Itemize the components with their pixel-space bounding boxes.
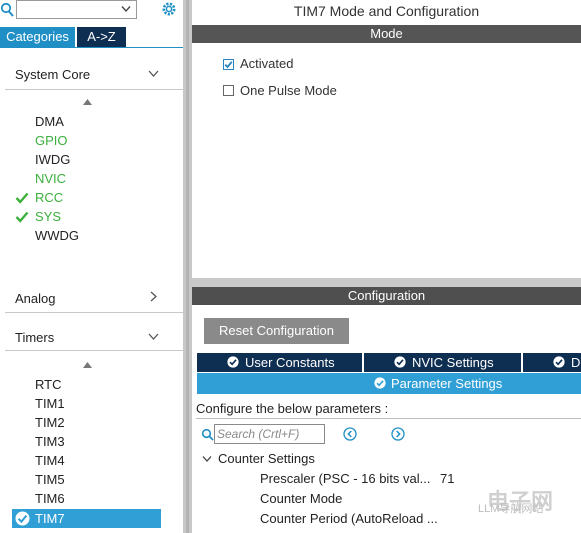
parameter-search-input[interactable]: Search (Crtl+F): [214, 424, 325, 444]
check-icon: [15, 211, 29, 223]
tree-item-tim3[interactable]: TIM3: [35, 432, 65, 451]
param-counter-mode-name: Counter Mode: [260, 491, 343, 506]
tab-user-constants[interactable]: User Constants: [197, 353, 362, 372]
tab-a-to-z[interactable]: A->Z: [77, 27, 126, 47]
component-search-input[interactable]: [16, 0, 137, 19]
mode-configuration-panel: TIM7 Mode and Configuration Mode Activat…: [192, 0, 581, 533]
reset-configuration-button[interactable]: Reset Configuration: [204, 318, 349, 344]
tab-categories[interactable]: Categories: [0, 27, 75, 47]
tree-item-tim1[interactable]: TIM1: [35, 394, 65, 413]
tree-item-label: TIM7: [35, 511, 65, 526]
configure-hint: Configure the below parameters :: [196, 401, 389, 416]
panel-splitter[interactable]: [192, 278, 581, 287]
pane-splitter-grip[interactable]: [186, 0, 189, 533]
check-circle-icon: [227, 356, 239, 368]
tree-item-wwdg[interactable]: WWDG: [35, 226, 79, 245]
hint-divider: [196, 418, 581, 419]
tree-item-tim5[interactable]: TIM5: [35, 470, 65, 489]
section-label: Timers: [15, 330, 55, 345]
chevron-down-icon[interactable]: [121, 5, 131, 13]
section-timers[interactable]: Timers: [15, 330, 165, 348]
tree-item-rcc[interactable]: RCC: [35, 188, 63, 207]
section-label: Analog: [15, 291, 56, 306]
check-icon: [224, 61, 233, 69]
tree-item-nvic[interactable]: NVIC: [35, 169, 66, 188]
tree-item-iwdg[interactable]: IWDG: [35, 150, 70, 169]
scroll-up-arrow-icon[interactable]: [83, 99, 92, 105]
scroll-up-arrow-icon[interactable]: [83, 362, 92, 368]
chevron-right-icon[interactable]: [148, 291, 159, 302]
section-analog[interactable]: Analog: [15, 291, 165, 309]
check-circle-icon: [394, 356, 406, 368]
tab-label: Parameter Settings: [391, 376, 503, 391]
tab-label: User Constants: [245, 355, 335, 370]
tree-item-gpio[interactable]: GPIO: [35, 131, 68, 150]
check-circle-icon: [15, 511, 30, 526]
one-pulse-mode-checkbox[interactable]: [223, 85, 234, 96]
mode-header: Mode: [192, 25, 581, 43]
check-icon: [15, 192, 29, 204]
check-circle-icon: [374, 377, 386, 389]
tab-label: D: [571, 355, 581, 370]
counter-settings-group[interactable]: Counter Settings: [218, 451, 315, 466]
previous-match-icon[interactable]: [343, 427, 357, 441]
watermark-caption: LLM导航网站: [478, 503, 544, 515]
section-divider: [5, 350, 183, 351]
tab-parameter-settings[interactable]: Parameter Settings: [197, 373, 581, 394]
tree-item-sys[interactable]: SYS: [35, 207, 61, 226]
activated-label: Activated: [240, 56, 294, 71]
section-label: System Core: [15, 67, 91, 82]
activated-checkbox[interactable]: [223, 59, 234, 70]
param-prescaler-value[interactable]: 71: [440, 471, 454, 486]
search-icon: [201, 428, 214, 441]
tree-item-dma[interactable]: DMA: [35, 112, 64, 131]
chevron-down-icon[interactable]: [202, 455, 212, 463]
section-system-core[interactable]: System Core: [15, 67, 165, 85]
one-pulse-mode-label: One Pulse Mode: [240, 83, 337, 98]
chevron-down-icon[interactable]: [148, 68, 159, 79]
param-counter-period-name: Counter Period (AutoReload ...: [260, 511, 438, 526]
page-title: TIM7 Mode and Configuration: [293, 3, 480, 19]
next-match-icon[interactable]: [391, 427, 405, 441]
chevron-down-icon[interactable]: [148, 331, 159, 342]
param-prescaler-name: Prescaler (PSC - 16 bits val...: [260, 471, 431, 486]
component-tree-panel: Categories A->Z System Core DMA GPIO IWD…: [0, 0, 183, 533]
section-divider: [5, 89, 183, 90]
section-divider: [5, 312, 183, 313]
tab-label: NVIC Settings: [412, 355, 494, 370]
tree-item-tim2[interactable]: TIM2: [35, 413, 65, 432]
tree-item-tim7[interactable]: TIM7: [12, 509, 161, 528]
mode-area: Activated One Pulse Mode: [192, 43, 581, 278]
check-circle-icon: [553, 356, 565, 368]
tab-nvic-settings[interactable]: NVIC Settings: [364, 353, 521, 372]
search-icon[interactable]: [0, 2, 14, 18]
tree-item-rtc[interactable]: RTC: [35, 375, 61, 394]
tab-underline: [0, 47, 183, 48]
tree-item-tim6[interactable]: TIM6: [35, 489, 65, 508]
tab-dma-settings[interactable]: D: [523, 353, 581, 372]
tree-item-tim4[interactable]: TIM4: [35, 451, 65, 470]
gear-icon[interactable]: [160, 0, 178, 18]
configuration-header: Configuration: [192, 287, 581, 305]
